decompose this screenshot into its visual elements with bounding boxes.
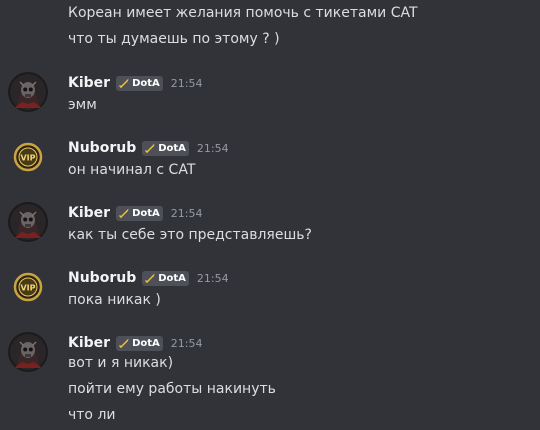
timestamp[interactable]: 21:54 — [171, 207, 203, 220]
message-text: что ты думаешь по этому ? ) — [68, 31, 280, 47]
skull-avatar-icon — [8, 72, 48, 112]
server-tag[interactable]: DotA — [116, 75, 163, 91]
avatar[interactable]: VIP — [8, 267, 48, 307]
server-tag-label: DotA — [158, 272, 186, 284]
svg-text:VIP: VIP — [20, 284, 35, 293]
sword-icon — [118, 77, 130, 89]
server-tag-label: DotA — [132, 77, 160, 89]
server-tag[interactable]: DotA — [142, 270, 189, 286]
vip-badge-avatar-icon: VIP — [8, 267, 48, 307]
message-text: пока никак ) — [68, 292, 161, 308]
message-text: что ли — [68, 407, 116, 423]
svg-text:VIP: VIP — [20, 154, 35, 163]
message-text: он начинал с CAT — [68, 162, 196, 178]
server-tag-label: DotA — [132, 337, 160, 349]
server-tag[interactable]: DotA — [142, 140, 189, 156]
sword-icon — [118, 207, 130, 219]
server-tag[interactable]: DotA — [116, 335, 163, 351]
message-text: как ты себе это представляешь? — [68, 227, 312, 243]
message-header: Kiber DotA 21:54 — [68, 72, 202, 94]
message-text: вот и я никак) — [68, 355, 174, 371]
vip-badge-avatar-icon: VIP — [8, 137, 48, 177]
server-tag-label: DotA — [158, 142, 186, 154]
username[interactable]: Kiber — [68, 205, 110, 221]
avatar[interactable] — [8, 332, 48, 372]
server-tag[interactable]: DotA — [116, 205, 163, 221]
username[interactable]: Nuborub — [68, 140, 136, 156]
sword-icon — [118, 337, 130, 349]
message-header: Nuborub DotA 21:54 — [68, 137, 229, 159]
avatar[interactable]: VIP — [8, 137, 48, 177]
message-text: эмм — [68, 97, 97, 113]
username[interactable]: Kiber — [68, 335, 110, 351]
message-header: Kiber DotA 21:54 — [68, 332, 202, 354]
avatar[interactable] — [8, 202, 48, 242]
username[interactable]: Nuborub — [68, 270, 136, 286]
skull-avatar-icon — [8, 202, 48, 242]
message-header: Nuborub DotA 21:54 — [68, 267, 229, 289]
timestamp[interactable]: 21:54 — [197, 272, 229, 285]
username[interactable]: Kiber — [68, 75, 110, 91]
message-header: Kiber DotA 21:54 — [68, 202, 202, 224]
avatar[interactable] — [8, 72, 48, 112]
message-text: Кореан имеет желания помочь с тикетами C… — [68, 5, 418, 21]
server-tag-label: DotA — [132, 207, 160, 219]
timestamp[interactable]: 21:54 — [171, 337, 203, 350]
message-text: пойти ему работы накинуть — [68, 381, 276, 397]
sword-icon — [144, 272, 156, 284]
timestamp[interactable]: 21:54 — [197, 142, 229, 155]
timestamp[interactable]: 21:54 — [171, 77, 203, 90]
skull-avatar-icon — [8, 332, 48, 372]
sword-icon — [144, 142, 156, 154]
chat-messages: Кореан имеет желания помочь с тикетами C… — [0, 0, 540, 430]
